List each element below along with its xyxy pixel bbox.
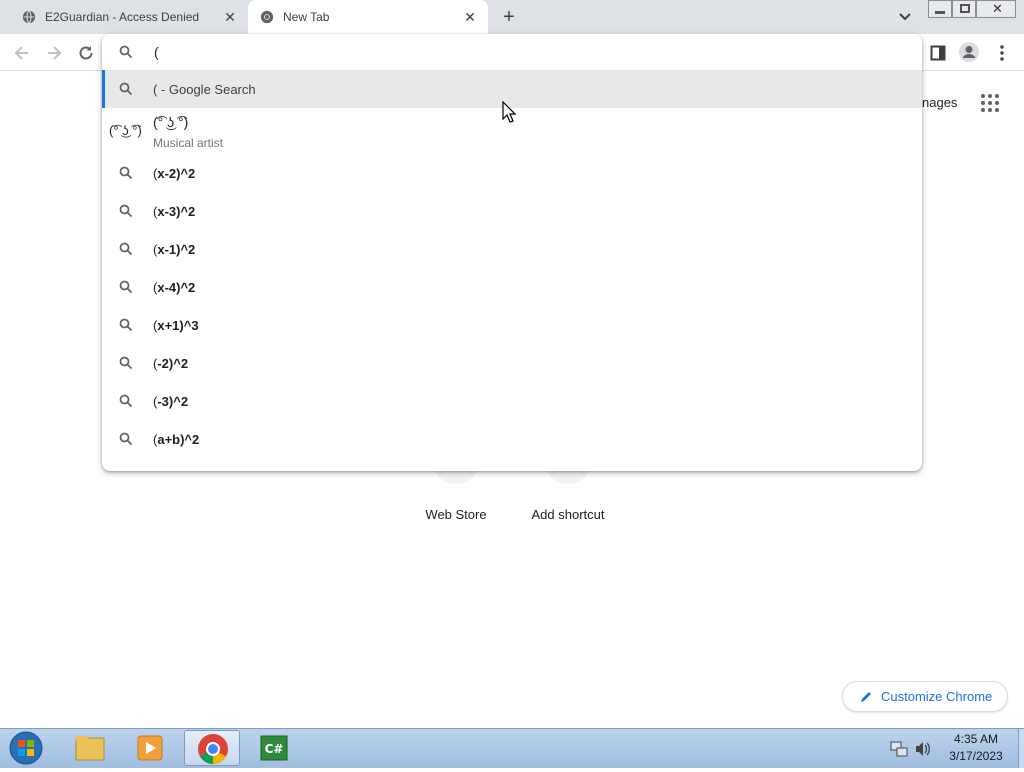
clock-date: 3/17/2023 bbox=[949, 749, 1003, 763]
suggestion-completion: -2)^2 bbox=[157, 355, 189, 371]
entity-thumbnail: (͡° ͜ʖ ͡°) bbox=[109, 123, 142, 138]
tab-e2guardian[interactable]: E2Guardian - Access Denied ✕ bbox=[8, 0, 248, 34]
suggestion-row[interactable]: (x-3)^2 bbox=[102, 192, 922, 230]
minimize-button[interactable] bbox=[928, 0, 952, 18]
show-desktop-button[interactable] bbox=[1018, 729, 1024, 768]
add-shortcut-label: Add shortcut bbox=[531, 507, 605, 522]
suggestion-text: (-3)^2 bbox=[153, 394, 188, 409]
windows-logo-icon bbox=[9, 731, 43, 765]
system-clock[interactable]: 4:35 AM 3/17/2023 bbox=[936, 731, 1016, 765]
taskbar-chrome[interactable] bbox=[184, 730, 240, 766]
pencil-icon bbox=[861, 691, 871, 702]
search-icon bbox=[119, 318, 133, 332]
suggestion-text: (x+1)^3 bbox=[153, 318, 199, 333]
csharp-icon: C# bbox=[260, 735, 288, 761]
chrome-icon bbox=[260, 10, 274, 24]
search-icon bbox=[119, 432, 133, 446]
search-icon bbox=[119, 166, 133, 180]
tab-title: E2Guardian - Access Denied bbox=[45, 10, 200, 24]
taskbar-media-player[interactable] bbox=[122, 730, 178, 766]
suggestion-completion: -3)^2 bbox=[157, 393, 189, 409]
search-icon bbox=[119, 204, 133, 218]
search-icon bbox=[119, 45, 133, 59]
suggestion-row[interactable]: (-2)^2 bbox=[102, 344, 922, 382]
suggestion-row[interactable]: (-3)^2 bbox=[102, 382, 922, 420]
back-arrow-icon[interactable] bbox=[12, 43, 32, 63]
tab-new-tab[interactable]: New Tab ✕ bbox=[248, 0, 488, 34]
svg-text:C#: C# bbox=[265, 742, 284, 756]
suggestion-row[interactable]: (a+b)^2 bbox=[102, 420, 922, 458]
suggestion-row[interactable]: (x+1)^3 bbox=[102, 306, 922, 344]
search-icon bbox=[119, 82, 133, 96]
close-tab-icon[interactable]: ✕ bbox=[222, 9, 238, 25]
search-icon bbox=[119, 280, 133, 294]
search-icon bbox=[119, 242, 133, 256]
chrome-icon bbox=[198, 734, 228, 764]
suggestion-row[interactable]: (x-1)^2 bbox=[102, 230, 922, 268]
suggestion-subtitle: Musical artist bbox=[153, 136, 224, 150]
suggestion-text: (x-3)^2 bbox=[153, 204, 195, 219]
suggestion-text: (-2)^2 bbox=[153, 356, 188, 371]
reload-icon[interactable] bbox=[76, 43, 96, 63]
new-tab-button[interactable]: + bbox=[498, 6, 520, 28]
start-button[interactable] bbox=[6, 730, 46, 766]
volume-icon[interactable] bbox=[914, 741, 932, 757]
tab-title: New Tab bbox=[283, 10, 330, 24]
close-window-button[interactable]: ✕ bbox=[976, 0, 1016, 18]
suggestion-completion: x-4)^2 bbox=[157, 279, 196, 295]
mouse-cursor-icon bbox=[502, 101, 516, 123]
customize-label: Customize Chrome bbox=[881, 689, 993, 704]
taskbar-explorer[interactable] bbox=[62, 730, 118, 766]
omnibox-input-row[interactable]: ( bbox=[102, 34, 922, 71]
web-store-label: Web Store bbox=[425, 507, 487, 522]
suggestion-text: (x-4)^2 bbox=[153, 280, 195, 295]
suggestion-row[interactable]: (x-2)^2 bbox=[102, 154, 922, 192]
images-link[interactable]: nages bbox=[922, 95, 957, 110]
close-tab-icon[interactable]: ✕ bbox=[462, 9, 478, 25]
forward-arrow-icon[interactable] bbox=[44, 43, 64, 63]
suggestion-text: (͡° ͜ʖ ͡°) bbox=[153, 114, 189, 130]
kebab-menu-icon[interactable] bbox=[994, 44, 1010, 62]
customize-chrome-button[interactable]: Customize Chrome bbox=[842, 681, 1008, 712]
profile-avatar-icon[interactable] bbox=[958, 41, 980, 63]
clock-time: 4:35 AM bbox=[953, 732, 999, 746]
suggestion-text: (a+b)^2 bbox=[153, 432, 199, 447]
restore-button[interactable] bbox=[952, 0, 976, 18]
search-icon bbox=[119, 394, 133, 408]
google-apps-grid-icon[interactable] bbox=[980, 93, 1000, 113]
folder-icon bbox=[75, 736, 105, 761]
taskbar-csharp-app[interactable]: C# bbox=[246, 730, 302, 766]
side-panel-icon[interactable] bbox=[930, 45, 946, 61]
suggestion-row[interactable]: (x-4)^2 bbox=[102, 268, 922, 306]
suggestion-text: (x-1)^2 bbox=[153, 242, 195, 257]
tab-search-chevron-icon[interactable] bbox=[896, 9, 914, 25]
suggestion-completion: x-2)^2 bbox=[157, 165, 196, 181]
suggestion-completion: a+b)^2 bbox=[157, 431, 200, 447]
network-icon[interactable] bbox=[890, 741, 908, 757]
suggestion-completion: x-1)^2 bbox=[157, 241, 196, 257]
suggestion-text: (x-2)^2 bbox=[153, 166, 195, 181]
omnibox-input[interactable]: ( bbox=[154, 44, 159, 60]
suggestion-completion: x-3)^2 bbox=[157, 203, 196, 219]
suggestion-text: ( - Google Search bbox=[153, 81, 256, 97]
suggestion-completion: x+1)^3 bbox=[157, 317, 199, 333]
omnibox-dropdown: ( ( - Google Search (͡° ͜ʖ ͡°) (͡° ͜ʖ ͡°… bbox=[102, 34, 922, 471]
search-icon bbox=[119, 356, 133, 370]
globe-icon bbox=[22, 10, 36, 24]
media-player-icon bbox=[137, 735, 163, 761]
